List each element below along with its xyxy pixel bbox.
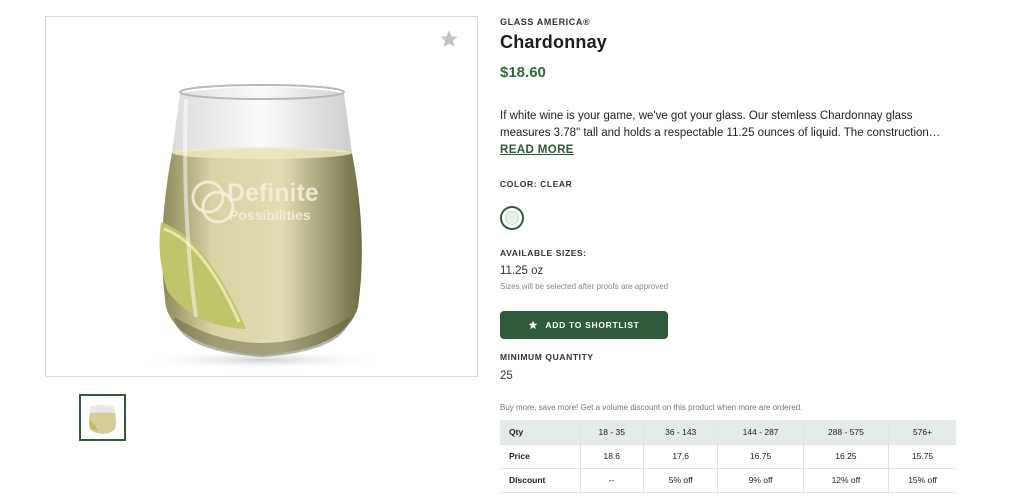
add-to-shortlist-button[interactable]: ADD TO SHORTLIST: [500, 311, 668, 339]
qty-tier-header: 36 - 143: [643, 420, 719, 445]
thumbnail-glass-image: [89, 405, 116, 434]
size-note: Sizes will be selected after proofs are …: [500, 282, 669, 291]
product-description: If white wine is your game, we've got yo…: [500, 110, 941, 139]
price-cell: 17.6: [643, 444, 719, 469]
swatch-fill: [505, 211, 519, 225]
pricing-header-row: Qty 18 - 35 36 - 143 144 - 287 288 - 575…: [500, 420, 956, 445]
product-title: Chardonnay: [500, 32, 608, 52]
brand-name: GLASS AMERICA®: [500, 17, 591, 27]
product-thumbnail[interactable]: [79, 394, 126, 441]
imprint-line-2: Possibilities: [229, 207, 311, 223]
discount-cell: --: [580, 468, 644, 493]
pricing-table: Qty 18 - 35 36 - 143 144 - 287 288 - 575…: [500, 420, 956, 493]
product-price: $18.60: [500, 64, 546, 81]
discount-cell: 5% off: [643, 468, 719, 493]
qty-header: Qty: [500, 420, 581, 445]
available-sizes-label: AVAILABLE SIZES:: [500, 248, 587, 258]
favorite-star-icon[interactable]: [439, 29, 459, 49]
imprint-line-1: Definite: [227, 179, 319, 207]
qty-tier-header: 144 - 287: [717, 420, 804, 445]
discount-row-label: Discount: [500, 468, 581, 493]
qty-tier-header: 288 - 575: [803, 420, 890, 445]
product-main-image: Definite Possibilities: [45, 16, 478, 377]
star-icon: [529, 320, 538, 329]
shortlist-label: ADD TO SHORTLIST: [545, 320, 640, 330]
volume-discount-note: Buy more, save more! Get a volume discou…: [500, 403, 803, 412]
wine-glass-image: Definite Possibilities: [142, 84, 382, 370]
size-value: 11.25 oz: [500, 265, 544, 277]
qty-tier-header: 18 - 35: [580, 420, 644, 445]
price-cell: 15.75: [888, 444, 956, 469]
minimum-quantity-value: 25: [500, 370, 513, 382]
read-more-link[interactable]: READ MORE: [500, 144, 574, 156]
color-swatch-clear[interactable]: [500, 206, 524, 230]
product-details: GLASS AMERICA® Chardonnay $18.60 If whit…: [500, 0, 970, 502]
price-row-label: Price: [500, 444, 581, 469]
discount-row: Discount -- 5% off 9% off 12% off 15% of…: [500, 468, 956, 493]
qty-tier-header: 576+: [888, 420, 956, 445]
price-cell: 16.25: [803, 444, 890, 469]
price-cell: 16.75: [717, 444, 804, 469]
discount-cell: 15% off: [888, 468, 956, 493]
minimum-quantity-label: MINIMUM QUANTITY: [500, 352, 594, 362]
color-label: COLOR: CLEAR: [500, 179, 573, 189]
price-cell: 18.6: [580, 444, 644, 469]
discount-cell: 9% off: [717, 468, 804, 493]
discount-cell: 12% off: [803, 468, 890, 493]
price-row: Price 18.6 17.6 16.75 16.25 15.75: [500, 444, 956, 469]
